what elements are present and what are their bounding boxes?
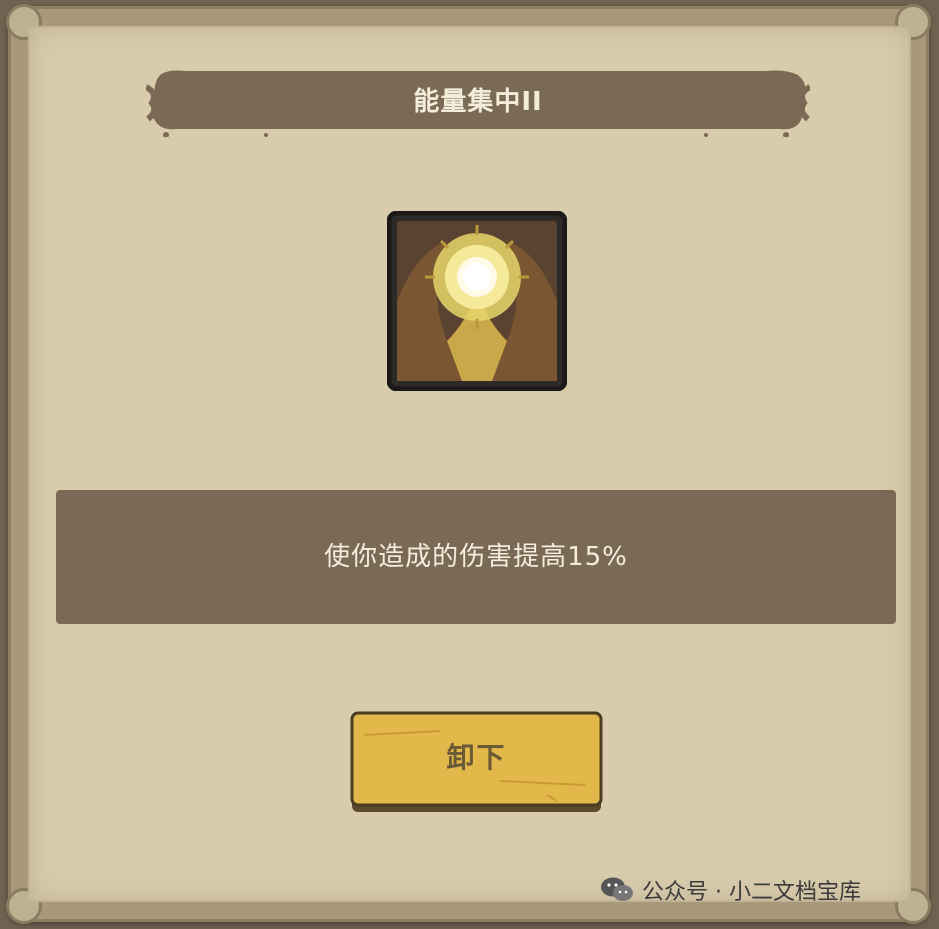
wechat-icon bbox=[601, 877, 633, 901]
unequip-label: 卸下 bbox=[446, 741, 507, 774]
title-banner: 能量集中II bbox=[144, 67, 812, 138]
sun-between-hands-icon bbox=[386, 210, 568, 392]
skill-description: 使你造成的伤害提高15% bbox=[324, 542, 628, 572]
watermark-text: 公众号 · 小二文档宝库 bbox=[642, 880, 861, 905]
skill-title: 能量集中II bbox=[413, 87, 543, 117]
skill-detail-screen: 能量集中II 使你造成的伤害提高15% 卸下 公众号 · 小二文档宝库 bbox=[0, 0, 939, 929]
description-panel: 使你造成的伤害提高15% bbox=[56, 490, 896, 624]
watermark: 公众号 · 小二文档宝库 bbox=[600, 872, 861, 908]
unequip-button[interactable]: 卸下 bbox=[350, 711, 603, 814]
